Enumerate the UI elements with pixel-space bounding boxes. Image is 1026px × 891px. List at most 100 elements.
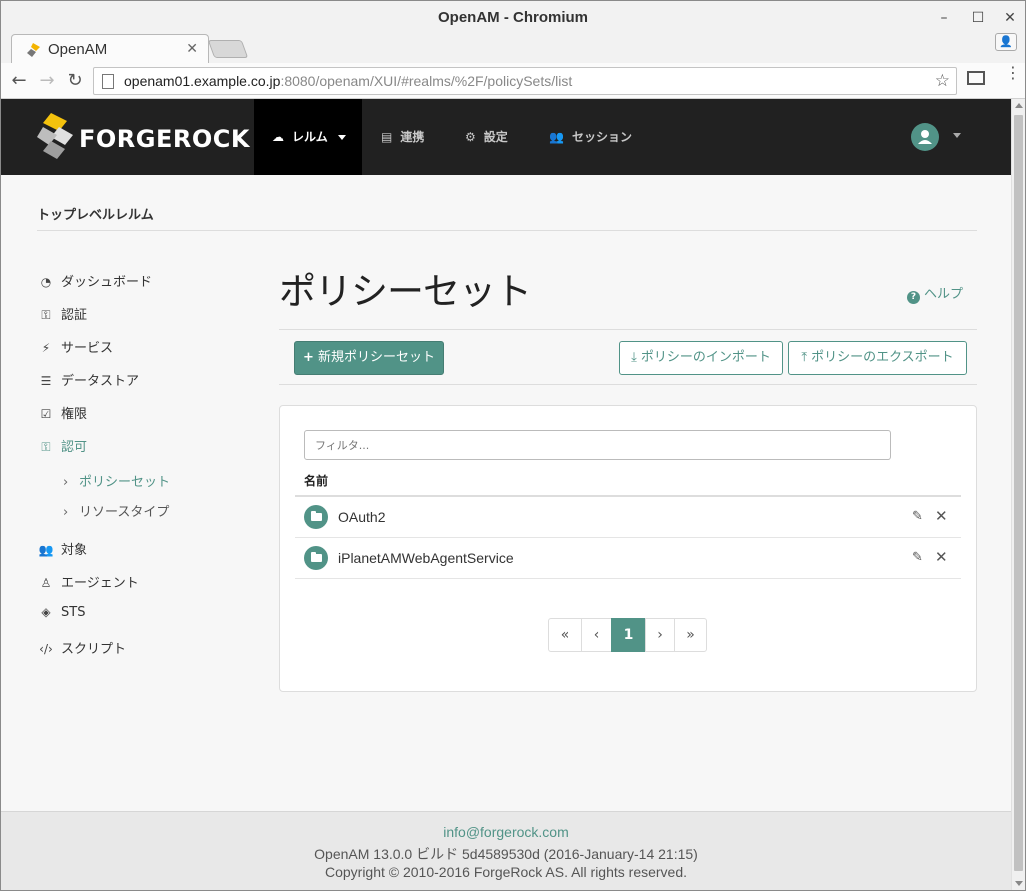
user-menu-chevron-icon[interactable]: [953, 133, 961, 138]
cloud-icon: ☁: [272, 130, 284, 144]
page-scrollbar[interactable]: [1011, 99, 1025, 890]
sidebar-item-privileges[interactable]: ☑ 権限: [37, 403, 87, 425]
sidebar-subitem-resource-types[interactable]: › リソースタイプ: [63, 501, 169, 520]
user-icon: [918, 130, 932, 144]
policy-sets-panel: 名前 OAuth2 ✎ ✕ iPlanetAMWebAgentService ✎…: [279, 405, 977, 692]
nav-federation[interactable]: ▤ 連携: [381, 99, 424, 175]
contact-email-link[interactable]: info@forgerock.com: [1, 824, 1011, 840]
sidebar-item-label: エージェント: [61, 576, 139, 591]
page-prev-button[interactable]: ‹: [581, 618, 612, 652]
sidebar-item-authorization[interactable]: ⚿ 認可: [37, 436, 87, 458]
nav-configuration[interactable]: ⚙ 設定: [465, 99, 508, 175]
column-header-name[interactable]: 名前: [304, 472, 328, 489]
delete-x-icon[interactable]: ✕: [935, 548, 948, 566]
page-next-button[interactable]: ›: [645, 618, 675, 652]
page-icon: [102, 74, 114, 89]
url-path: :8080/openam/XUI/#realms/%2F/policySets/…: [280, 73, 573, 89]
menu-icon[interactable]: ⋮: [1005, 65, 1021, 81]
back-icon[interactable]: ←: [7, 69, 31, 93]
tab-label: OpenAM: [48, 41, 108, 58]
dashboard-icon: ◔: [40, 275, 52, 289]
nav-realms[interactable]: ☁ レルム: [254, 99, 362, 175]
divider: [37, 230, 977, 231]
reload-icon[interactable]: ↻: [63, 69, 87, 93]
policy-set-name[interactable]: iPlanetAMWebAgentService: [338, 550, 514, 566]
nav-realms-label: レルム: [292, 130, 328, 144]
sidebar-item-agents[interactable]: ♙ エージェント: [37, 572, 139, 594]
page-current-button[interactable]: 1: [611, 618, 646, 652]
delete-x-icon[interactable]: ✕: [935, 507, 948, 525]
edit-pencil-icon[interactable]: ✎: [912, 550, 923, 565]
window-title: OpenAM - Chromium: [438, 9, 588, 26]
scroll-down-icon[interactable]: [1015, 881, 1023, 886]
chevron-right-icon: ›: [63, 505, 69, 520]
export-policies-button[interactable]: ⤒ ポリシーのエクスポート: [788, 341, 967, 375]
sidebar-item-dashboard[interactable]: ◔ ダッシュボード: [37, 271, 152, 293]
person-icon: ♙: [40, 576, 52, 590]
bookmark-star-icon[interactable]: ☆: [935, 71, 950, 91]
sidebar-item-label: 認可: [61, 440, 88, 455]
page-content: トップレベルレルム ◔ ダッシュボード ⚿ 認証 ⚡ サービス ☰ データストア ☑ 権限…: [1, 175, 1011, 811]
sidebar-item-label: ダッシュボード: [61, 275, 153, 290]
folder-icon: [304, 546, 328, 570]
edit-pencil-icon[interactable]: ✎: [912, 509, 923, 524]
users-icon: 👥: [38, 543, 54, 557]
table-row[interactable]: iPlanetAMWebAgentService ✎ ✕: [295, 538, 961, 579]
user-avatar[interactable]: [911, 123, 939, 151]
maximize-icon[interactable]: ☐: [963, 7, 993, 29]
sidebar-subitem-label: ポリシーセット: [79, 475, 171, 490]
sidebar-item-label: 権限: [61, 407, 88, 422]
download-icon: ⤓: [631, 350, 637, 365]
nav-federation-label: 連携: [400, 130, 425, 144]
sidebar-subitem-policy-sets[interactable]: › ポリシーセット: [63, 471, 170, 490]
question-icon: ?: [907, 291, 920, 304]
scroll-up-icon[interactable]: [1015, 103, 1023, 108]
forward-icon[interactable]: →: [35, 69, 59, 93]
address-bar[interactable]: openam01.example.co.jp:8080/openam/XUI/#…: [93, 67, 957, 95]
plus-icon: +: [303, 350, 314, 365]
export-policies-label: ポリシーのエクスポート: [811, 350, 954, 365]
help-link[interactable]: ? ヘルプ: [907, 283, 963, 304]
page-last-button[interactable]: »: [674, 618, 707, 652]
policy-set-toolbar: + 新規ポリシーセット ⤓ ポリシーのインポート ⤒ ポリシーのエクスポート: [279, 329, 977, 385]
app-header: FORGEROCK ☁ レルム ▤ 連携 ⚙ 設定 👥 セッション: [1, 99, 1011, 175]
new-policy-set-button[interactable]: + 新規ポリシーセット: [294, 341, 444, 375]
sidebar-item-data-stores[interactable]: ☰ データストア: [37, 370, 139, 392]
table-row[interactable]: OAuth2 ✎ ✕: [295, 497, 961, 538]
upload-icon: ⤒: [801, 350, 808, 365]
sidebar-item-label: 対象: [61, 543, 88, 558]
code-icon: ‹/›: [39, 642, 53, 656]
scroll-thumb[interactable]: [1014, 115, 1023, 871]
chevron-right-icon: ›: [63, 475, 69, 490]
new-tab-button[interactable]: [207, 40, 249, 58]
browser-tab[interactable]: OpenAM ✕: [11, 34, 209, 64]
sidebar-item-label: 認証: [61, 308, 88, 323]
sidebar-item-label: STS: [61, 605, 86, 620]
profile-icon[interactable]: 👤: [995, 33, 1017, 51]
cast-icon[interactable]: [967, 71, 985, 85]
sidebar-item-subjects[interactable]: 👥 対象: [37, 539, 88, 561]
page-first-button[interactable]: «: [548, 618, 582, 652]
new-policy-set-label: 新規ポリシーセット: [317, 350, 435, 365]
users-icon: 👥: [549, 130, 564, 144]
filter-input[interactable]: [304, 430, 891, 460]
key-icon: ⚿: [41, 440, 51, 454]
brand-wordmark: FORGEROCK: [79, 125, 250, 153]
policy-set-name[interactable]: OAuth2: [338, 509, 385, 525]
import-policies-button[interactable]: ⤓ ポリシーのインポート: [619, 341, 783, 375]
database-icon: ☰: [40, 374, 52, 388]
close-window-icon[interactable]: ✕: [995, 7, 1025, 29]
sidebar-item-sts[interactable]: ◈ STS: [37, 605, 85, 627]
sidebar-item-label: データストア: [61, 374, 140, 389]
sidebar-item-services[interactable]: ⚡ サービス: [37, 337, 113, 359]
sidebar-item-scripts[interactable]: ‹/› スクリプト: [37, 638, 126, 660]
help-label: ヘルプ: [924, 287, 964, 302]
nav-sessions-label: セッション: [571, 130, 632, 144]
tab-strip: OpenAM ✕ 👤: [1, 31, 1025, 64]
tab-close-icon[interactable]: ✕: [186, 41, 198, 57]
realm-title: トップレベルレルム: [37, 208, 154, 223]
nav-sessions[interactable]: 👥 セッション: [549, 99, 632, 175]
sidebar-item-authentication[interactable]: ⚿ 認証: [37, 304, 87, 326]
minimize-icon[interactable]: –: [929, 7, 959, 29]
url-host: openam01.example.co.jp: [124, 73, 281, 89]
